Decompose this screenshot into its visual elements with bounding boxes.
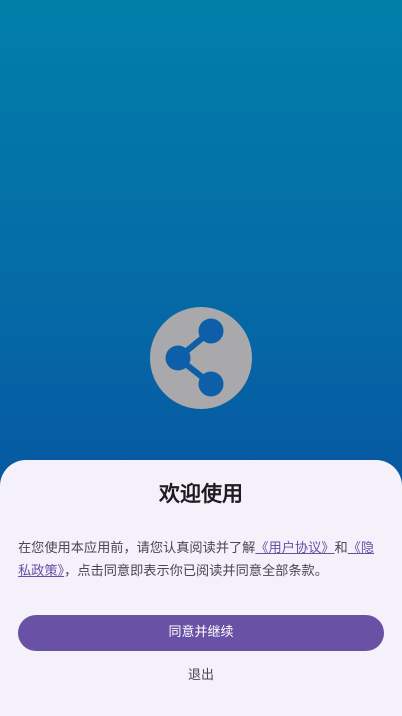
agreement-description: 在您使用本应用前，请您认真阅读并了解《用户协议》和《隐私政策》，点击同意即表示你… bbox=[18, 537, 384, 583]
exit-button[interactable]: 退出 bbox=[151, 663, 251, 689]
app-logo bbox=[150, 307, 252, 409]
description-text-after: ，点击同意即表示你已阅读并同意全部条款。 bbox=[64, 564, 328, 579]
description-text-before: 在您使用本应用前，请您认真阅读并了解 bbox=[18, 541, 256, 556]
share-icon bbox=[165, 318, 224, 397]
description-joiner: 和 bbox=[334, 541, 348, 556]
user-agreement-link[interactable]: 《用户协议》 bbox=[255, 541, 334, 556]
welcome-title: 欢迎使用 bbox=[159, 482, 243, 506]
welcome-bottom-sheet: 欢迎使用 在您使用本应用前，请您认真阅读并了解《用户协议》和《隐私政策》，点击同… bbox=[0, 460, 402, 716]
agree-and-continue-button[interactable]: 同意并继续 bbox=[18, 615, 384, 651]
